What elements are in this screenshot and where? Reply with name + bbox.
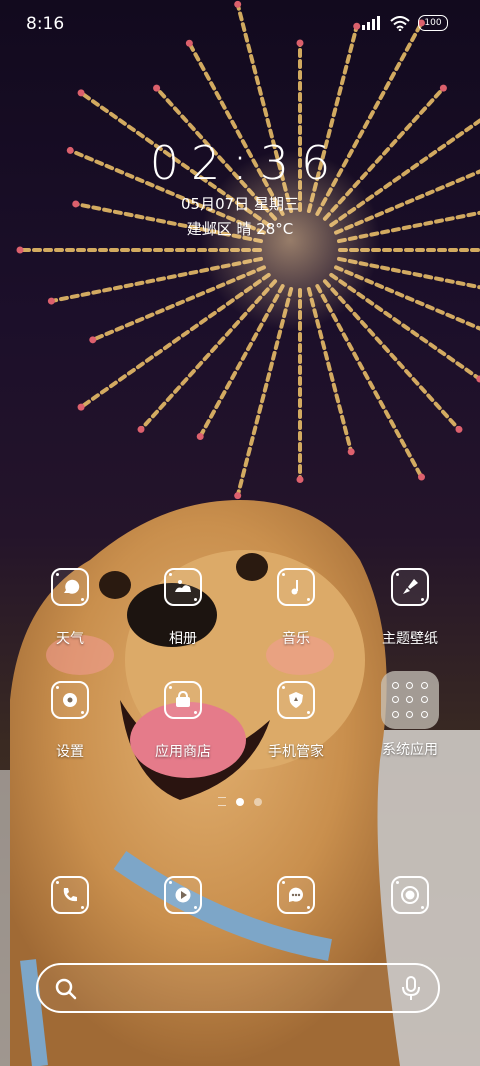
app-label: 手机管家 xyxy=(268,744,324,760)
app-label: 相册 xyxy=(169,631,197,647)
firework-spark xyxy=(455,425,463,433)
browser-icon xyxy=(164,876,202,914)
firework-spark xyxy=(77,89,85,97)
app-label: 应用商店 xyxy=(155,744,211,760)
page-indicator[interactable] xyxy=(0,797,480,806)
folder-system-apps[interactable]: 系统应用 xyxy=(360,671,460,759)
status-time: 8:16 xyxy=(26,14,65,34)
status-icons: 100 xyxy=(362,15,448,31)
app-phone-manager[interactable]: 手机管家 xyxy=(246,681,346,761)
firework-spark xyxy=(47,297,55,305)
dock-phone[interactable] xyxy=(20,876,120,914)
app-weather[interactable]: 天气 xyxy=(20,568,120,648)
battery-icon: 100 xyxy=(418,15,448,31)
app-store-bag-icon xyxy=(164,681,202,719)
app-music[interactable]: 音乐 xyxy=(246,568,346,648)
phone-icon xyxy=(51,876,89,914)
firework-spark xyxy=(137,425,145,433)
page-dot-active[interactable] xyxy=(236,797,244,806)
app-gallery[interactable]: 相册 xyxy=(133,568,233,648)
app-label: 音乐 xyxy=(282,631,310,647)
app-label: 系统应用 xyxy=(382,742,438,758)
firework-spark xyxy=(347,448,355,456)
page-dot[interactable] xyxy=(254,797,262,806)
status-bar: 8:16 100 xyxy=(0,0,480,50)
app-store[interactable]: 应用商店 xyxy=(133,681,233,761)
weather-icon xyxy=(51,568,89,606)
mic-icon[interactable] xyxy=(400,975,422,1003)
search-icon[interactable] xyxy=(54,977,78,1001)
firework-spark xyxy=(89,336,97,344)
battery-level: 100 xyxy=(424,17,442,28)
app-settings[interactable]: 设置 xyxy=(20,681,120,761)
firework-spark xyxy=(417,473,425,481)
app-label: 设置 xyxy=(56,744,84,760)
messages-icon xyxy=(277,876,315,914)
firework-spark xyxy=(439,84,447,92)
music-icon xyxy=(277,568,315,606)
theme-brush-icon xyxy=(391,568,429,606)
dock-messages[interactable] xyxy=(246,876,346,914)
clock-time: 02:36 xyxy=(149,136,343,190)
app-label: 天气 xyxy=(56,631,84,647)
firework-spark xyxy=(234,492,242,500)
signal-icon xyxy=(362,16,380,30)
folder-grid-icon xyxy=(381,671,439,729)
wifi-icon xyxy=(390,15,410,31)
search-bar[interactable] xyxy=(36,963,440,1013)
gallery-icon xyxy=(164,568,202,606)
app-label: 主题壁纸 xyxy=(382,631,438,647)
firework-spark xyxy=(16,246,24,254)
clock-date: 05月07日 星期三 xyxy=(181,195,299,213)
firework-spark xyxy=(77,403,85,411)
dock-browser[interactable] xyxy=(133,876,233,914)
settings-gear-icon xyxy=(51,681,89,719)
firework-spark xyxy=(296,476,304,483)
clock-widget[interactable]: 02:36 05月07日 星期三 建邺区 晴 28°C xyxy=(0,135,480,239)
firework-spark xyxy=(153,84,161,92)
page-list-icon[interactable] xyxy=(218,797,226,806)
camera-icon xyxy=(391,876,429,914)
clock-weather: 建邺区 晴 28°C xyxy=(186,220,294,238)
security-shield-icon xyxy=(277,681,315,719)
dock-camera[interactable] xyxy=(360,876,460,914)
app-theme[interactable]: 主题壁纸 xyxy=(360,568,460,648)
firework-spark xyxy=(196,433,204,441)
